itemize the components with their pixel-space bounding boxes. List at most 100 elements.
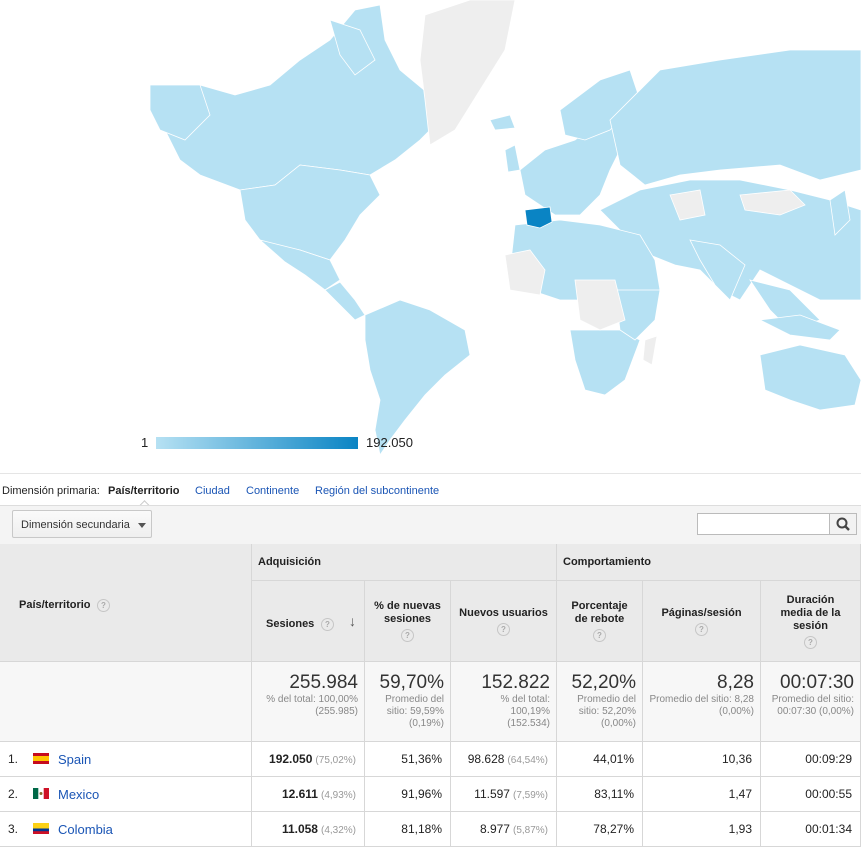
legend-max: 192.050 [366, 435, 413, 450]
total-sessions: 255.984 % del total: 100,00% (255.985) [252, 662, 365, 742]
country-link[interactable]: Mexico [58, 787, 99, 802]
sessions-pct: (4,32%) [320, 825, 356, 836]
data-table: País/territorio ? Adquisición Comportami… [0, 544, 861, 847]
row-index: 3. [8, 822, 19, 836]
row-new-sessions: 91,96% [365, 777, 451, 812]
country-uk [504, 144, 521, 173]
row-pages: 1,47 [643, 777, 761, 812]
world-map[interactable] [0, 0, 861, 472]
country-link[interactable]: Spain [58, 752, 91, 767]
new-users-value: 11.597 [474, 787, 510, 801]
new-users-pct: (5,87%) [512, 825, 548, 836]
country-south-africa [569, 329, 641, 396]
total-pages-value: 8,28 [717, 672, 754, 693]
row-new-sessions: 81,18% [365, 812, 451, 847]
row-duration: 00:09:29 [761, 742, 861, 777]
header-sessions-label: Sesiones [266, 618, 315, 630]
total-pages-sub: Promedio del sitio: 8,28 (0,00%) [649, 694, 754, 717]
group-behavior: Comportamiento [557, 544, 861, 581]
new-users-value: 8.977 [479, 822, 510, 836]
dimension-subcontinent[interactable]: Región del subcontinente [315, 485, 439, 497]
row-new-users: 8.977 (5,87%) [451, 812, 557, 847]
table-toolbar: Dimensión secundaria [0, 505, 861, 545]
country-link[interactable]: Colombia [58, 822, 113, 837]
country-indonesia [758, 314, 841, 341]
total-new-users-sub: % del total: 100,19% (152.534) [500, 694, 550, 729]
group-acquisition: Adquisición [252, 544, 557, 581]
country-russia [609, 49, 861, 186]
header-new-users-label: Nuevos usuarios [459, 606, 548, 619]
search-icon [836, 517, 850, 531]
header-bounce-rate[interactable]: Porcentaje de rebote ? [557, 581, 643, 662]
total-new-sessions-sub: Promedio del sitio: 59,59% (0,19%) [385, 694, 444, 729]
row-pages: 1,93 [643, 812, 761, 847]
header-sessions[interactable]: Sesiones ? ↓ [252, 581, 365, 662]
primary-dimension-label: Dimensión primaria: [2, 485, 100, 497]
row-new-sessions: 51,36% [365, 742, 451, 777]
row-new-users: 11.597 (7,59%) [451, 777, 557, 812]
header-new-users[interactable]: Nuevos usuarios ? [451, 581, 557, 662]
spain-flag-icon [33, 753, 49, 764]
map-legend: 1 192.050 [0, 432, 861, 454]
dimension-country[interactable]: País/territorio [108, 485, 180, 497]
header-avg-duration[interactable]: Duración media de la sesión ? [761, 581, 861, 662]
table-row-country: 2. Mexico [0, 777, 252, 812]
help-icon[interactable]: ? [321, 618, 334, 631]
total-duration-value: 00:07:30 [780, 672, 854, 693]
country-australia [759, 344, 861, 411]
help-icon[interactable]: ? [497, 622, 510, 636]
header-new-sessions[interactable]: % de nuevas sesiones ? [365, 581, 451, 662]
total-sessions-value: 255.984 [289, 672, 358, 693]
total-duration-sub: Promedio del sitio: 00:07:30 (0,00%) [771, 694, 854, 717]
sessions-pct: (4,93%) [320, 790, 356, 801]
table-search [697, 513, 857, 535]
table-row-country: 1. Spain [0, 742, 252, 777]
row-bounce: 44,01% [557, 742, 643, 777]
totals-label-cell [0, 662, 252, 742]
total-bounce-value: 52,20% [571, 672, 636, 693]
row-duration: 00:00:55 [761, 777, 861, 812]
help-icon[interactable]: ? [97, 599, 110, 612]
help-icon[interactable]: ? [401, 629, 414, 642]
secondary-dimension-label: Dimensión secundaria [21, 519, 130, 531]
total-duration: 00:07:30 Promedio del sitio: 00:07:30 (0… [761, 662, 861, 742]
help-icon[interactable]: ? [804, 635, 817, 649]
row-bounce: 83,11% [557, 777, 643, 812]
new-users-value: 98.628 [467, 752, 505, 766]
world-map-svg [149, 0, 861, 457]
row-index: 1. [8, 752, 19, 766]
table-row-country: 3. Colombia [0, 812, 252, 847]
dimension-city[interactable]: Ciudad [195, 485, 230, 497]
total-bounce: 52,20% Promedio del sitio: 52,20% (0,00%… [557, 662, 643, 742]
total-new-sessions-value: 59,70% [379, 672, 444, 693]
header-country-label: País/territorio [19, 599, 91, 611]
primary-dimension-bar: Dimensión primaria: País/territorio Ciud… [0, 473, 861, 513]
total-new-users: 152.822 % del total: 100,19% (152.534) [451, 662, 557, 742]
header-pages-session[interactable]: Páginas/sesión ? [643, 581, 761, 662]
total-new-users-value: 152.822 [481, 672, 550, 693]
new-users-pct: (64,54%) [507, 755, 548, 766]
country-madagascar [642, 335, 658, 366]
colombia-flag-icon [33, 823, 49, 834]
help-icon[interactable]: ? [695, 622, 708, 636]
search-input[interactable] [698, 514, 836, 534]
dimension-continent[interactable]: Continente [246, 485, 299, 497]
country-iceland [489, 114, 516, 131]
row-bounce: 78,27% [557, 812, 643, 847]
total-bounce-sub: Promedio del sitio: 52,20% (0,00%) [577, 694, 636, 729]
search-button[interactable] [829, 514, 856, 534]
secondary-dimension-dropdown[interactable]: Dimensión secundaria [12, 510, 152, 538]
row-duration: 00:01:34 [761, 812, 861, 847]
mexico-flag-icon [33, 788, 49, 799]
row-pages: 10,36 [643, 742, 761, 777]
header-avg-duration-label: Duración media de la sesión [780, 593, 841, 632]
sessions-value: 11.058 [281, 822, 318, 836]
country-central-america [324, 281, 366, 321]
help-icon[interactable]: ? [593, 629, 606, 642]
chevron-down-icon [138, 523, 146, 528]
sort-desc-icon[interactable]: ↓ [349, 613, 356, 629]
total-sessions-sub: % del total: 100,00% (255.985) [266, 694, 358, 717]
header-country[interactable]: País/territorio ? [0, 544, 252, 662]
header-new-sessions-label: % de nuevas sesiones [374, 600, 441, 625]
row-index: 2. [8, 787, 19, 801]
